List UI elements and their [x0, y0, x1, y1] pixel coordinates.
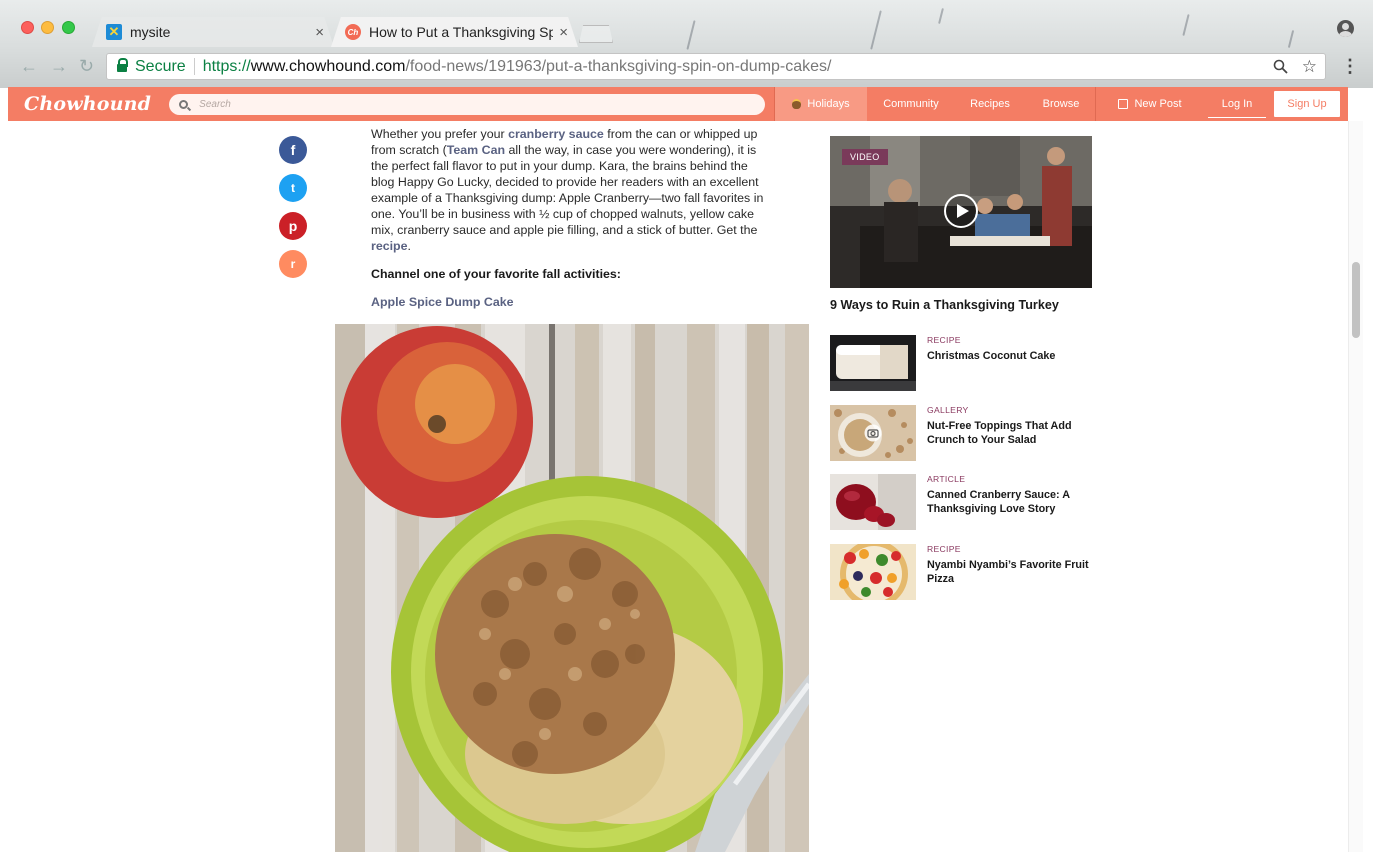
coconut-cake-image [830, 335, 916, 391]
window-minimize-button[interactable] [41, 21, 54, 34]
secure-label: Secure [135, 57, 186, 75]
background-streak [938, 7, 944, 25]
item-title: Nyambi Nyambi’s Favorite Fruit Pizza [927, 559, 1089, 585]
pinterest-share-button[interactable]: p [279, 212, 307, 240]
play-icon[interactable] [943, 193, 979, 229]
new-post-button[interactable]: New Post [1106, 87, 1194, 121]
address-bar[interactable]: Secure https:// www.chowhound.com /food-… [106, 53, 1326, 80]
section-heading: Channel one of your favorite fall activi… [371, 267, 621, 281]
sidebar-item-cranberry-sauce[interactable]: ARTICLE Canned Cranberry Sauce: A Thanks… [830, 474, 1100, 530]
nav-recipes[interactable]: Recipes [958, 87, 1022, 121]
search-icon [179, 99, 189, 109]
article-paragraph: Whether you prefer your cranberry sauce … [371, 126, 771, 254]
video-badge: VIDEO [842, 149, 888, 165]
chowhound-logo[interactable]: Chowhound [24, 93, 151, 115]
facebook-share-button[interactable]: f [279, 136, 307, 164]
tab-close-icon[interactable]: × [315, 24, 324, 41]
tab-title: How to Put a Thanksgiving Spin [369, 24, 554, 40]
cranberry-sauce-link[interactable]: cranberry sauce [508, 127, 604, 141]
nav-browse[interactable]: Browse [1028, 87, 1094, 121]
background-streak [1182, 14, 1190, 36]
chowhound-favicon-icon: Ch [345, 24, 361, 40]
search-placeholder: Search [199, 98, 231, 110]
nav-holidays[interactable]: Holidays [774, 87, 867, 121]
new-tab-button[interactable] [579, 25, 613, 43]
video-title-link[interactable]: 9 Ways to Ruin a Thanksgiving Turkey [830, 298, 1059, 312]
reload-icon[interactable]: ↻ [79, 56, 94, 77]
tab-chowhound-article[interactable]: Ch How to Put a Thanksgiving Spin × [331, 17, 578, 47]
item-category: RECIPE [927, 544, 961, 554]
forward-arrow-icon[interactable]: → [50, 56, 68, 77]
tab-title: mysite [130, 24, 171, 40]
reddit-share-button[interactable]: r [279, 250, 307, 278]
sidebar-item-coconut-cake[interactable]: RECIPE Christmas Coconut Cake [830, 335, 1100, 391]
apple-spice-dump-cake-link[interactable]: Apple Spice Dump Cake [371, 295, 514, 309]
item-category: RECIPE [927, 335, 961, 345]
turkey-icon [792, 99, 802, 109]
recipe-link[interactable]: recipe [371, 239, 408, 253]
browser-menu-icon[interactable]: ⋮ [1341, 56, 1359, 77]
item-title: Nut-Free Toppings That Add Crunch to You… [927, 420, 1072, 446]
item-category: ARTICLE [927, 474, 966, 484]
fruit-pizza-image [830, 544, 916, 600]
text-run: Whether you prefer your [371, 127, 509, 141]
background-streak [1287, 30, 1295, 48]
twitter-share-button[interactable]: t [279, 174, 307, 202]
new-post-label: New Post [1134, 98, 1182, 110]
edit-icon [1118, 99, 1129, 109]
browser-chrome: ✕ mysite × Ch How to Put a Thanksgiving … [0, 0, 1373, 88]
pinterest-icon: p [288, 218, 298, 234]
item-title: Christmas Coconut Cake [927, 350, 1056, 362]
tab-close-icon[interactable]: × [559, 24, 568, 41]
facebook-icon: f [290, 142, 296, 158]
text-run: all the way, in case you were wondering)… [371, 143, 764, 237]
item-title: Canned Cranberry Sauce: A Thanksgiving L… [927, 489, 1070, 515]
item-category: GALLERY [927, 405, 969, 415]
window-zoom-button[interactable] [62, 21, 75, 34]
zoom-icon[interactable] [1273, 59, 1288, 74]
background-streak [686, 20, 696, 50]
address-divider [193, 58, 195, 75]
lock-icon [117, 58, 128, 72]
sidebar-item-nut-free-toppings[interactable]: GALLERY Nut-Free Toppings That Add Crunc… [830, 405, 1100, 461]
reddit-icon: r [290, 257, 296, 271]
window-close-button[interactable] [21, 21, 34, 34]
url-host: www.chowhound.com [250, 57, 406, 75]
nav-holidays-label: Holidays [807, 98, 850, 110]
log-in-button[interactable]: Log In [1208, 90, 1266, 118]
bookmark-star-icon[interactable]: ☆ [1302, 57, 1317, 77]
site-header: Chowhound Search Holidays Community Reci… [8, 87, 1348, 121]
url-scheme: https:// [202, 57, 251, 75]
coconut-cake-thumbnail [830, 335, 916, 391]
cranberry-sauce-image [830, 474, 916, 530]
page-scrollbar[interactable] [1348, 121, 1363, 852]
scrollbar-thumb[interactable] [1352, 262, 1360, 338]
sidebar-item-fruit-pizza[interactable]: RECIPE Nyambi Nyambi’s Favorite Fruit Pi… [830, 544, 1100, 600]
camera-icon [864, 424, 882, 442]
header-divider [1095, 87, 1096, 121]
profile-icon[interactable] [1337, 20, 1354, 37]
toppings-thumbnail [830, 405, 916, 461]
text-run: . [407, 239, 411, 253]
mysite-favicon-icon: ✕ [106, 24, 122, 40]
nav-community[interactable]: Community [870, 87, 952, 121]
url-path: /food-news/191963/put-a-thanksgiving-spi… [405, 57, 832, 75]
sign-up-button[interactable]: Sign Up [1274, 91, 1340, 117]
background-streak [870, 10, 882, 50]
back-arrow-icon[interactable]: ← [20, 56, 38, 77]
search-input[interactable]: Search [169, 93, 766, 115]
twitter-icon: t [291, 181, 295, 195]
fruit-pizza-thumbnail [830, 544, 916, 600]
dump-cake-illustration [335, 324, 809, 852]
cranberry-sauce-thumbnail [830, 474, 916, 530]
tab-mysite[interactable]: ✕ mysite × [92, 17, 334, 47]
dump-cake-photo [335, 324, 809, 852]
team-can-link[interactable]: Team Can [447, 143, 505, 157]
